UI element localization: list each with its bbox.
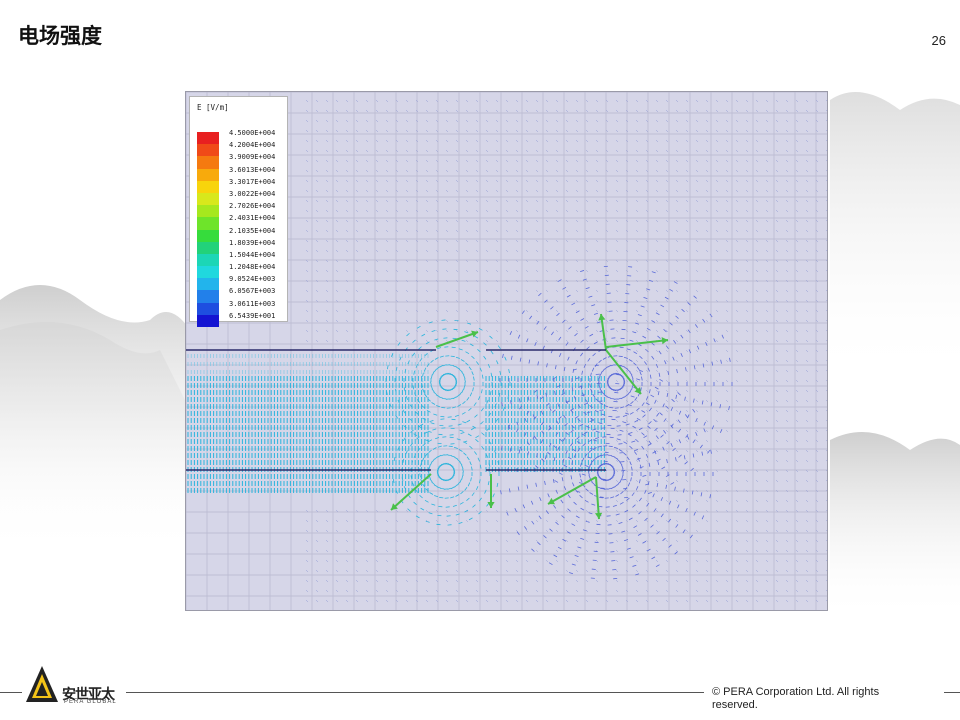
legend-swatch bbox=[197, 229, 219, 242]
legend-swatch bbox=[197, 278, 219, 291]
footer-divider bbox=[126, 692, 704, 693]
legend-swatch bbox=[197, 180, 219, 193]
company-logo: 安世亚太 PERA GLOBAL bbox=[24, 664, 124, 708]
legend-value: 6.5439E+001 bbox=[229, 311, 276, 320]
legend-value: 4.5000E+004 bbox=[229, 129, 276, 137]
legend-swatch bbox=[197, 253, 219, 267]
legend-swatch bbox=[197, 217, 219, 230]
legend-swatch bbox=[197, 144, 219, 157]
legend-swatch bbox=[197, 302, 219, 315]
legend-value: 1.5044E+004 bbox=[229, 250, 276, 259]
legend-swatch bbox=[197, 205, 219, 218]
legend-swatch bbox=[197, 314, 219, 327]
legend-value: 4.2004E+004 bbox=[229, 141, 276, 150]
legend-swatch bbox=[197, 192, 219, 206]
logo-triangle-icon bbox=[26, 666, 58, 702]
legend-swatch bbox=[197, 168, 219, 181]
color-legend: E [V/m] 4.5000E+004 4.2004E+004 3.9009E+00… bbox=[189, 96, 288, 327]
legend-swatch bbox=[197, 156, 219, 169]
footer-divider-left bbox=[0, 692, 22, 693]
legend-value: 1.8039E+004 bbox=[229, 238, 276, 247]
legend-swatch bbox=[197, 266, 219, 279]
legend-value: 2.7026E+004 bbox=[229, 202, 276, 211]
legend-value: 3.3017E+004 bbox=[229, 177, 276, 186]
legend-value: 2.1035E+004 bbox=[229, 226, 276, 235]
legend-value: 1.2048E+004 bbox=[229, 263, 276, 272]
legend-value: 3.0022E+004 bbox=[229, 189, 276, 198]
legend-title: E [V/m] bbox=[197, 103, 229, 112]
legend-swatch bbox=[197, 290, 219, 303]
legend-value: 3.0611E+003 bbox=[229, 299, 276, 308]
footer-divider-right bbox=[944, 692, 960, 693]
electric-field-plot: E [V/m] 4.5000E+004 4.2004E+004 3.9009E+00… bbox=[185, 91, 828, 611]
legend-value: 6.0567E+003 bbox=[229, 287, 276, 296]
legend-value: 2.4031E+004 bbox=[229, 214, 276, 223]
legend-value: 9.0524E+003 bbox=[229, 275, 276, 284]
copyright-text: © PERA Corporation Ltd. All rights reser… bbox=[712, 686, 880, 711]
slide-title: 电场强度 bbox=[18, 24, 102, 48]
legend-value: 3.9009E+004 bbox=[229, 153, 276, 162]
legend-swatch bbox=[197, 132, 219, 145]
legend-swatch bbox=[197, 241, 219, 254]
legend-value: 3.6013E+004 bbox=[229, 165, 276, 174]
logo-text-en: PERA GLOBAL bbox=[64, 699, 117, 705]
page-number: 26 bbox=[931, 33, 946, 48]
